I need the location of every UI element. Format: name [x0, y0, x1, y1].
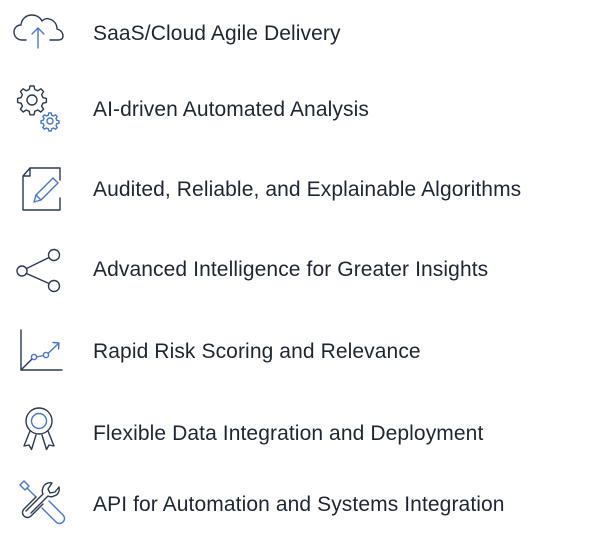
- feature-item-audited-algorithms: Audited, Reliable, and Explainable Algor…: [0, 160, 612, 220]
- feature-item-risk-scoring: Rapid Risk Scoring and Relevance: [0, 322, 612, 382]
- feature-item-saas-cloud: SaaS/Cloud Agile Delivery: [0, 4, 612, 64]
- feature-label: Flexible Data Integration and Deployment: [93, 422, 484, 445]
- feature-item-ai-analysis: AI-driven Automated Analysis: [0, 80, 612, 140]
- trend-chart-icon: [12, 322, 66, 382]
- share-nodes-icon: [12, 240, 66, 300]
- feature-label: Audited, Reliable, and Explainable Algor…: [93, 178, 522, 201]
- feature-label: API for Automation and Systems Integrati…: [93, 493, 505, 516]
- feature-label: Advanced Intelligence for Greater Insigh…: [93, 258, 489, 281]
- award-ribbon-icon: [12, 404, 66, 464]
- tools-wrench-icon: [12, 475, 66, 535]
- gears-icon: [12, 80, 66, 140]
- document-edit-icon: [12, 160, 66, 220]
- feature-item-advanced-intelligence: Advanced Intelligence for Greater Insigh…: [0, 240, 612, 300]
- cloud-upload-icon: [12, 4, 66, 64]
- feature-list: SaaS/Cloud Agile Delivery AI-driven Auto…: [0, 0, 612, 531]
- feature-item-api-integration: API for Automation and Systems Integrati…: [0, 475, 612, 535]
- feature-item-data-integration: Flexible Data Integration and Deployment: [0, 404, 612, 464]
- feature-label: Rapid Risk Scoring and Relevance: [93, 340, 421, 363]
- feature-label: AI-driven Automated Analysis: [93, 98, 369, 121]
- feature-label: SaaS/Cloud Agile Delivery: [93, 22, 341, 45]
